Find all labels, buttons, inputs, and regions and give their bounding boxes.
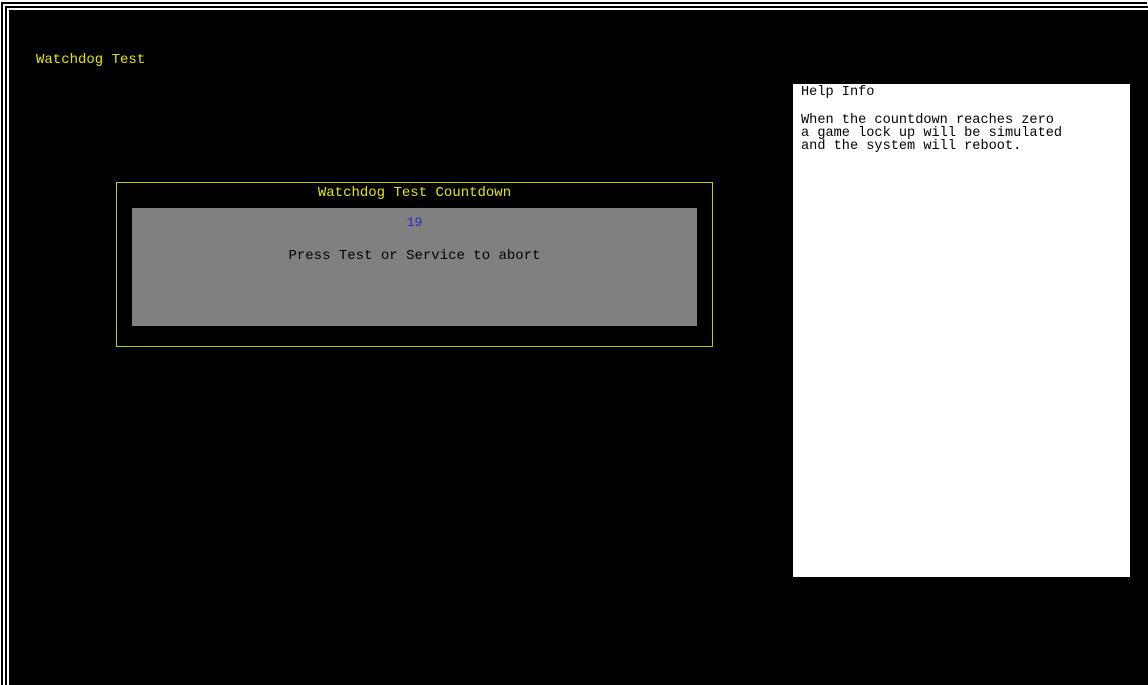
test-screen: Watchdog Test Watchdog Test Countdown 19… [9, 10, 1148, 685]
countdown-dialog: Watchdog Test Countdown 19 Press Test or… [116, 182, 713, 347]
window-frame: Watchdog Test Watchdog Test Countdown 19… [0, 0, 1148, 685]
countdown-panel: 19 Press Test or Service to abort [132, 208, 697, 326]
help-title: Help Info [801, 85, 875, 100]
countdown-value: 19 [406, 215, 423, 230]
abort-instruction: Press Test or Service to abort [288, 248, 541, 264]
help-text-line: and the system will reboot. [801, 139, 1022, 154]
countdown-title: Watchdog Test Countdown [317, 185, 512, 201]
help-panel: Help Info When the countdown reaches zer… [793, 84, 1130, 577]
screen-title: Watchdog Test [36, 52, 146, 68]
